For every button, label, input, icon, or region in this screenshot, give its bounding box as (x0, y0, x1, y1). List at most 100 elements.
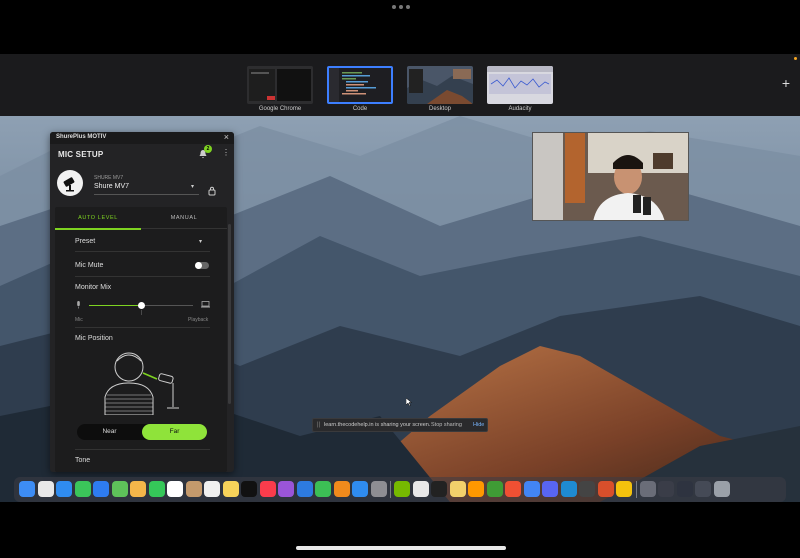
reminders-icon[interactable] (204, 481, 220, 497)
chrome-alt-icon[interactable] (616, 481, 632, 497)
tone-label: Tone (75, 457, 91, 464)
keynote-icon[interactable] (296, 481, 313, 497)
facetime-icon[interactable] (148, 481, 165, 497)
mouse-cursor-icon (406, 398, 412, 406)
space-thumb-audacity[interactable] (487, 66, 553, 104)
microphone-icon (63, 177, 75, 192)
shure-motiv-window: ShurePlus MOTIV × MIC SETUP 2 ⋮ SHURE MV… (50, 132, 234, 472)
stop-sharing-button[interactable]: Stop sharing (431, 422, 462, 428)
divider (75, 449, 210, 450)
slider-handle[interactable] (137, 302, 145, 309)
contacts-icon[interactable] (185, 481, 202, 497)
settings-icon[interactable] (370, 481, 387, 497)
monitor-mix-label: Monitor Mix (75, 284, 112, 291)
window-thumb-3[interactable] (676, 481, 693, 497)
discord-icon[interactable] (542, 481, 558, 497)
messages-icon[interactable] (74, 481, 91, 497)
mail-icon[interactable] (93, 481, 109, 497)
mongodb-icon[interactable] (486, 481, 503, 497)
mix-center-tick: | (141, 310, 143, 316)
device-select[interactable]: Shure MV7 (94, 183, 129, 190)
git-icon[interactable] (505, 481, 521, 497)
slider-fill (89, 305, 141, 306)
space-label-code: Code (352, 106, 368, 112)
tab-auto-level[interactable]: AUTO LEVEL (55, 215, 141, 221)
position-near-button[interactable]: Near (77, 424, 142, 440)
toggle-knob (195, 262, 202, 269)
position-far-button[interactable]: Far (142, 424, 207, 440)
presenter-video (533, 133, 688, 220)
space-thumb-desktop[interactable] (407, 66, 473, 104)
space-thumb-chrome[interactable] (247, 66, 313, 104)
safari-icon[interactable] (56, 481, 72, 497)
app-store-icon[interactable] (352, 481, 368, 497)
podcasts-icon[interactable] (278, 481, 294, 497)
multitasking-dots[interactable] (392, 5, 410, 9)
dock-separator (390, 481, 391, 498)
pages-icon[interactable] (333, 481, 350, 497)
numbers-icon[interactable] (315, 481, 331, 497)
panel-scrollbar[interactable] (228, 224, 231, 404)
preset-label[interactable]: Preset (75, 238, 95, 245)
vscode-icon[interactable] (560, 481, 577, 497)
add-space-button[interactable]: + (782, 76, 790, 90)
chevron-down-icon[interactable]: ▾ (191, 183, 194, 190)
notes-icon[interactable] (222, 481, 239, 497)
music-icon[interactable] (259, 481, 276, 497)
window-thumb-4[interactable] (695, 481, 711, 497)
window-thumb-2[interactable] (658, 481, 674, 497)
tv-icon[interactable] (241, 481, 257, 497)
sublime-icon[interactable] (468, 481, 484, 497)
more-menu-icon[interactable]: ⋮ (222, 149, 230, 157)
lock-icon[interactable] (208, 186, 216, 196)
maps-icon[interactable] (111, 481, 128, 497)
preset-chevron-down-icon[interactable]: ▾ (199, 238, 202, 245)
dock-separator (635, 481, 637, 498)
vpn-icon[interactable] (597, 481, 614, 497)
calendar-icon[interactable] (167, 481, 183, 497)
mic-position-label: Mic Position (75, 335, 113, 342)
chrome-icon[interactable] (412, 481, 429, 497)
drag-handle[interactable]: || (317, 422, 320, 428)
code-preview (329, 68, 391, 102)
terminal-icon[interactable] (431, 481, 447, 497)
app-title: ShurePlus MOTIV (56, 134, 107, 140)
trash-icon[interactable] (713, 481, 730, 497)
mic-mute-toggle[interactable] (195, 262, 209, 269)
docs-icon[interactable] (523, 481, 540, 497)
title-bar[interactable]: ShurePlus MOTIV × (50, 132, 234, 144)
chrome-preview (247, 66, 313, 104)
laptop-icon (201, 301, 210, 308)
mic-small-icon (77, 301, 80, 309)
window-thumb-1[interactable] (639, 481, 656, 497)
space-label-desktop: Desktop (428, 106, 451, 112)
close-button[interactable]: × (224, 132, 229, 142)
ipad-screen: Google Chrome Code Desktop Audacity + Sh… (0, 0, 800, 558)
monitor-mix-slider[interactable] (89, 302, 193, 309)
space-thumb-code[interactable] (327, 66, 393, 104)
desktop-preview (407, 66, 473, 104)
space-label-chrome: Google Chrome (258, 106, 302, 112)
mic-device-icon (57, 170, 83, 196)
photos-icon[interactable] (130, 481, 146, 497)
screen-share-bar: || learn.thecodehelp.in is sharing your … (312, 418, 488, 432)
nvidia-icon[interactable] (394, 481, 410, 497)
mix-right-label: Playback (188, 317, 209, 323)
mic-position-illustration (104, 352, 179, 415)
share-status-text: learn.thecodehelp.in is sharing your scr… (324, 422, 431, 428)
hide-button[interactable]: Hide (473, 422, 484, 428)
home-indicator[interactable] (296, 546, 506, 550)
webcam-preview[interactable] (532, 132, 689, 221)
page-title: MIC SETUP (58, 150, 104, 159)
mic-mute-label: Mic Mute (75, 262, 104, 269)
pages-doc-icon[interactable] (449, 481, 466, 497)
settings-panel: AUTO LEVEL MANUAL Preset ▾ Mic Mute Moni… (55, 207, 227, 472)
launchpad-icon[interactable] (37, 481, 54, 497)
finder-icon[interactable] (19, 481, 35, 497)
space-label-audacity: Audacity (508, 106, 532, 112)
mic-position-toggle: Near Far (77, 424, 207, 440)
tab-manual[interactable]: MANUAL (141, 215, 227, 221)
quicktime-icon[interactable] (579, 481, 595, 497)
dock (14, 477, 786, 502)
audacity-preview (487, 66, 553, 104)
